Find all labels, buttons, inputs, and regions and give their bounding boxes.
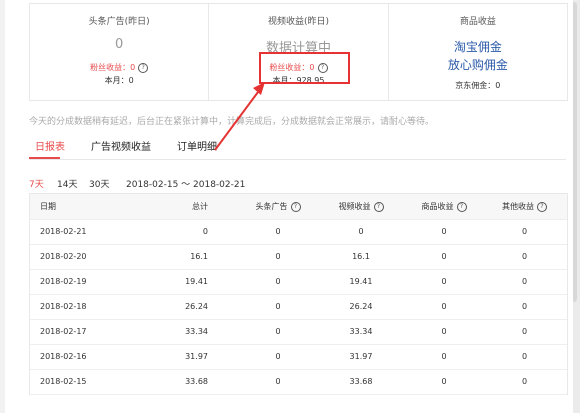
- cell-other-income: 0: [521, 252, 528, 261]
- table-row: 2018-02-17 33.34 0 33.34 0 0: [30, 319, 567, 345]
- cell-video-income: 26.24: [349, 302, 373, 311]
- cell-video-income: 31.97: [349, 352, 373, 361]
- header-product-income: 商品收益?: [404, 194, 484, 219]
- cell-video-income: 16.1: [352, 252, 370, 261]
- cell-product-income: 0: [441, 252, 447, 261]
- table-row: 2018-02-18 26.24 0 26.24 0 0: [30, 294, 567, 320]
- cell-product-income: 0: [441, 377, 447, 386]
- date-range-picker[interactable]: 2018-02-15 ～ 2018-02-21: [126, 177, 245, 190]
- table-row: 2018-02-21 0 0 0 0 0: [30, 219, 567, 245]
- summary-toutiao-ad: 头条广告(昨日) 0 粉丝收益：0? 本月：0: [30, 4, 208, 100]
- range-14-days[interactable]: 14天: [57, 177, 77, 190]
- header-other-income: 其他收益?: [485, 194, 564, 219]
- cell-toutiao-ad: 0: [275, 277, 281, 286]
- table-row: 2018-02-19 19.41 0 19.41 0 0: [30, 269, 567, 295]
- question-icon[interactable]: ?: [373, 201, 384, 212]
- taobao-commission-link[interactable]: 淘宝佣金: [389, 38, 567, 55]
- cell-other-income: 0: [521, 352, 528, 361]
- cell-date: 2018-02-21: [40, 227, 87, 236]
- cell-date: 2018-02-20: [40, 252, 87, 261]
- annotation-highlight-box: [259, 52, 350, 84]
- product-income-title: 商品收益: [459, 17, 496, 27]
- income-table: 日期 总计 头条广告? 视频收益? 商品收益? 其他收益? 2018-02-21…: [29, 193, 568, 395]
- cell-product-income: 0: [441, 227, 447, 236]
- question-icon[interactable]: ?: [290, 201, 301, 212]
- table-row: 2018-02-15 33.68 0 33.68 0 0: [30, 369, 567, 395]
- table-row: 2018-02-16 31.97 0 31.97 0 0: [30, 344, 567, 370]
- cell-video-income: 33.68: [349, 377, 373, 386]
- header-other-income-label: 其他收益: [502, 202, 534, 211]
- question-icon[interactable]: ?: [456, 201, 467, 212]
- cell-date: 2018-02-16: [40, 352, 87, 361]
- cell-total: 0: [202, 227, 208, 236]
- cell-total: 16.1: [190, 252, 208, 261]
- cell-total: 26.24: [185, 302, 208, 311]
- tab-daily-report[interactable]: 日报表: [35, 138, 65, 153]
- cell-toutiao-ad: 0: [275, 352, 281, 361]
- cell-total: 33.34: [185, 327, 208, 336]
- cell-toutiao-ad: 0: [275, 252, 281, 261]
- header-toutiao-ad-label: 头条广告: [255, 202, 288, 211]
- video-income-title: 视频收益(昨日): [267, 17, 329, 27]
- fangxingou-commission-link[interactable]: 放心购佣金: [389, 56, 567, 73]
- range-7-days[interactable]: 7天: [29, 177, 44, 190]
- tab-order-details[interactable]: 订单明细: [177, 138, 217, 153]
- header-date: 日期: [40, 202, 56, 211]
- cell-product-income: 0: [441, 327, 447, 336]
- cell-date: 2018-02-18: [40, 302, 87, 311]
- cell-toutiao-ad: 0: [275, 302, 281, 311]
- header-product-income-label: 商品收益: [421, 202, 454, 211]
- header-video-income-label: 视频收益: [338, 202, 371, 211]
- content-panel: 头条广告(昨日) 0 粉丝收益：0? 本月：0 视频收益(昨日) 数据计算中 粉…: [5, 0, 573, 413]
- delay-notice: 今天的分成数据稍有延迟，后台正在紧张计算中，计算完成后，分成数据就会正常展示，请…: [29, 117, 435, 127]
- tab-ad-video-income[interactable]: 广告视频收益: [91, 138, 151, 153]
- cell-date: 2018-02-15: [40, 377, 87, 386]
- cell-other-income: 0: [521, 377, 528, 386]
- cell-total: 31.97: [185, 352, 208, 361]
- cell-other-income: 0: [521, 277, 528, 286]
- cell-video-income: 33.34: [349, 327, 373, 336]
- header-total: 总计: [192, 202, 208, 211]
- jd-commission: 京东佣金：0: [455, 81, 501, 90]
- cell-product-income: 0: [441, 352, 447, 361]
- table-header: 日期 总计 头条广告? 视频收益? 商品收益? 其他收益?: [30, 194, 567, 220]
- question-icon[interactable]: ?: [138, 62, 149, 73]
- cell-toutiao-ad: 0: [275, 377, 281, 386]
- cell-other-income: 0: [521, 227, 528, 236]
- active-tab-indicator: [29, 157, 60, 159]
- toutiao-ad-title: 头条广告(昨日): [88, 17, 150, 27]
- question-icon[interactable]: ?: [537, 201, 547, 212]
- cell-video-income: 0: [358, 227, 364, 236]
- cell-toutiao-ad: 0: [275, 227, 281, 236]
- cell-total: 19.41: [185, 277, 208, 286]
- header-toutiao-ad: 头条广告?: [243, 194, 313, 219]
- toutiao-ad-value: 0: [115, 37, 124, 52]
- toutiao-month-income: 本月：0: [104, 76, 134, 85]
- cell-product-income: 0: [441, 302, 447, 311]
- cell-other-income: 0: [521, 327, 528, 336]
- cell-video-income: 19.41: [349, 277, 373, 286]
- cell-total: 33.68: [185, 377, 208, 386]
- table-row: 2018-02-20 16.1 0 16.1 0 0: [30, 244, 567, 270]
- range-30-days[interactable]: 30天: [89, 177, 109, 190]
- cell-date: 2018-02-17: [40, 327, 87, 336]
- cell-other-income: 0: [521, 302, 528, 311]
- summary-product-income: 商品收益 淘宝佣金 放心购佣金 京东佣金：0: [387, 4, 567, 100]
- toutiao-fans-income-label: 粉丝收益：0: [90, 63, 136, 72]
- cell-product-income: 0: [441, 277, 447, 286]
- report-tabs: 日报表 广告视频收益 订单明细: [29, 133, 566, 160]
- toutiao-fans-income: 粉丝收益：0?: [30, 62, 208, 73]
- header-video-income: 视频收益?: [323, 194, 399, 219]
- cell-date: 2018-02-19: [40, 277, 87, 286]
- cell-toutiao-ad: 0: [275, 327, 281, 336]
